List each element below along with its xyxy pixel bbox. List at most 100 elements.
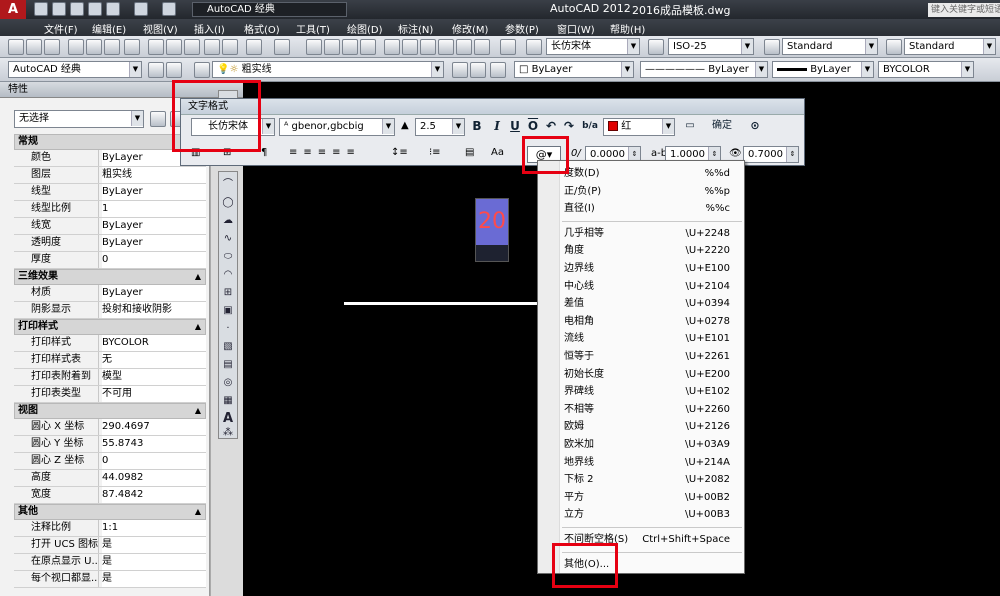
menu-edit[interactable]: 编辑(E) (92, 21, 126, 36)
symbol-menu-item[interactable]: 差值 \U+0394 (564, 295, 744, 312)
property-value[interactable]: ByLayer (102, 184, 206, 200)
property-value[interactable]: 投射和接收阴影 (102, 302, 206, 318)
mtext-icon[interactable]: A (221, 412, 235, 426)
overline-button[interactable]: O (525, 118, 541, 134)
menu-file[interactable]: 文件(F) (44, 21, 78, 36)
dim-style-icon[interactable] (648, 39, 664, 55)
mtext-editor-box[interactable]: 20 (475, 198, 509, 262)
region-icon[interactable]: ◎ (221, 376, 235, 390)
property-value[interactable]: 1:1 (102, 520, 206, 536)
options-icon[interactable]: ⊙ (747, 118, 763, 134)
property-row[interactable]: 高度 44.0982 (14, 470, 206, 487)
symbol-menu-item[interactable]: 恒等于 \U+2261 (564, 348, 744, 365)
menu-modify[interactable]: 修改(M) (452, 21, 488, 36)
symbol-menu-item[interactable]: 正/负(P) %%p (564, 183, 744, 200)
collapse-icon[interactable]: ▲ (195, 404, 201, 418)
line-spacing-icon[interactable]: ↕≡ (391, 147, 421, 161)
properties-section-header[interactable]: 三维效果 ▲ (14, 269, 206, 285)
match-properties-icon[interactable] (204, 39, 220, 55)
toggle-pickadd-icon[interactable] (150, 111, 166, 127)
property-row[interactable]: 注释比例 1:1 (14, 520, 206, 537)
symbol-menu-item[interactable]: 地界线 \U+214A (564, 454, 744, 471)
workspace-combo[interactable]: AutoCAD 经典 ▼ (8, 61, 142, 78)
save-icon[interactable] (70, 2, 84, 16)
property-row[interactable]: 圆心 X 坐标 290.4697 (14, 419, 206, 436)
3d-print-icon[interactable] (124, 39, 140, 55)
make-block-icon[interactable]: ▣ (221, 304, 235, 318)
symbol-menu-item[interactable]: 欧米加 \U+03A9 (564, 436, 744, 453)
undo-icon[interactable]: ↶ (543, 118, 559, 134)
property-value[interactable]: ByLayer (102, 285, 206, 301)
plotstyle-combo[interactable]: BYCOLOR ▼ (878, 61, 974, 78)
gradient-icon[interactable]: ▤ (221, 358, 235, 372)
property-row[interactable]: 阴影显示 投射和接收阴影 (14, 302, 206, 319)
property-row[interactable]: 厚度 0 (14, 252, 206, 269)
symbol-menu-item[interactable]: 不相等 \U+2260 (564, 401, 744, 418)
italic-button[interactable]: I (489, 118, 505, 134)
make-current-icon[interactable] (452, 62, 468, 78)
menu-help[interactable]: 帮助(H) (610, 21, 645, 36)
property-row[interactable]: 每个视口都显... 是 (14, 571, 206, 588)
new-icon[interactable] (8, 39, 24, 55)
menu-dimension[interactable]: 标注(N) (398, 21, 433, 36)
property-value[interactable]: 不可用 (102, 386, 206, 402)
spline-icon[interactable]: ∿ (221, 232, 235, 246)
lineweight-combo[interactable]: ByLayer ▼ (772, 61, 874, 78)
print-icon[interactable] (106, 2, 120, 16)
layer-combo[interactable]: 💡☼ 粗实线 ▼ (212, 61, 444, 78)
symbol-menu-item[interactable]: 中心线 \U+2104 (564, 278, 744, 295)
preview-icon[interactable] (86, 39, 102, 55)
properties-section-header[interactable]: 视图 ▲ (14, 403, 206, 419)
font-dropdown[interactable]: ᴬ gbenor,gbcbig ▼ (279, 118, 395, 136)
symbol-menu-item[interactable]: 角度 \U+2220 (564, 242, 744, 259)
collapse-icon[interactable]: ▲ (195, 320, 201, 334)
properties-icon[interactable] (384, 39, 400, 55)
new-icon[interactable] (34, 2, 48, 16)
text-height-input[interactable]: 2.5 ▼ (415, 118, 465, 136)
application-menu-button[interactable]: A (0, 0, 26, 19)
ellipse-icon[interactable]: ⬭ (221, 250, 235, 264)
underline-button[interactable]: U (507, 118, 523, 134)
design-center-icon[interactable] (402, 39, 418, 55)
symbol-menu-item[interactable]: 下标 2 \U+2082 (564, 471, 744, 488)
mleader-style-icon[interactable] (886, 39, 902, 55)
property-row[interactable]: 圆心 Y 坐标 55.8743 (14, 436, 206, 453)
property-value[interactable]: ByLayer (102, 218, 206, 234)
alignment-buttons[interactable]: ≡≡≡≡≡ (289, 147, 369, 161)
insert-field-icon[interactable]: ▤ (465, 147, 479, 161)
symbol-menu-item[interactable]: 欧姆 \U+2126 (564, 418, 744, 435)
symbol-menu-item[interactable]: 几乎相等 \U+2248 (564, 225, 744, 242)
property-row[interactable]: 透明度 ByLayer (14, 235, 206, 252)
property-value[interactable]: 44.0982 (102, 470, 206, 486)
menu-format[interactable]: 格式(O) (244, 21, 280, 36)
open-icon[interactable] (52, 2, 66, 16)
ellipse-arc-icon[interactable]: ◠ (221, 268, 235, 282)
layer-manager-icon[interactable] (194, 62, 210, 78)
property-value[interactable]: 87.4842 (102, 487, 206, 503)
help-icon[interactable] (500, 39, 516, 55)
search-input[interactable]: 键入关键字或短语 (928, 3, 1000, 17)
property-row[interactable]: 图层 粗实线 (14, 167, 206, 184)
linetype-combo[interactable]: —————— ByLayer ▼ (640, 61, 768, 78)
property-row[interactable]: 宽度 87.4842 (14, 487, 206, 504)
redo-icon[interactable] (162, 2, 176, 16)
property-row[interactable]: 打印样式 BYCOLOR (14, 335, 206, 352)
undo-icon[interactable] (246, 39, 262, 55)
collapse-icon[interactable]: ▲ (195, 505, 201, 519)
numbering-icon[interactable]: ⁝≡ (429, 147, 459, 161)
zoom-window-icon[interactable] (342, 39, 358, 55)
zoom-previous-icon[interactable] (360, 39, 376, 55)
mtext-content[interactable]: 20 (476, 199, 508, 245)
point-icon[interactable]: · (221, 322, 235, 336)
menu-insert[interactable]: 插入(I) (194, 21, 225, 36)
add-selected-icon[interactable]: ⁂ (221, 426, 235, 440)
property-row[interactable]: 打印表附着到 模型 (14, 369, 206, 386)
layer-previous-icon[interactable] (470, 62, 486, 78)
text-style-combo[interactable]: 长仿宋体 ▼ (546, 38, 640, 55)
paste-icon[interactable] (184, 39, 200, 55)
symbol-menu-item[interactable]: 立方 \U+00B3 (564, 506, 744, 523)
zoom-realtime-icon[interactable] (324, 39, 340, 55)
tool-palettes-icon[interactable] (420, 39, 436, 55)
undo-icon[interactable] (134, 2, 148, 16)
dim-style-combo[interactable]: ISO-25 ▼ (668, 38, 754, 55)
